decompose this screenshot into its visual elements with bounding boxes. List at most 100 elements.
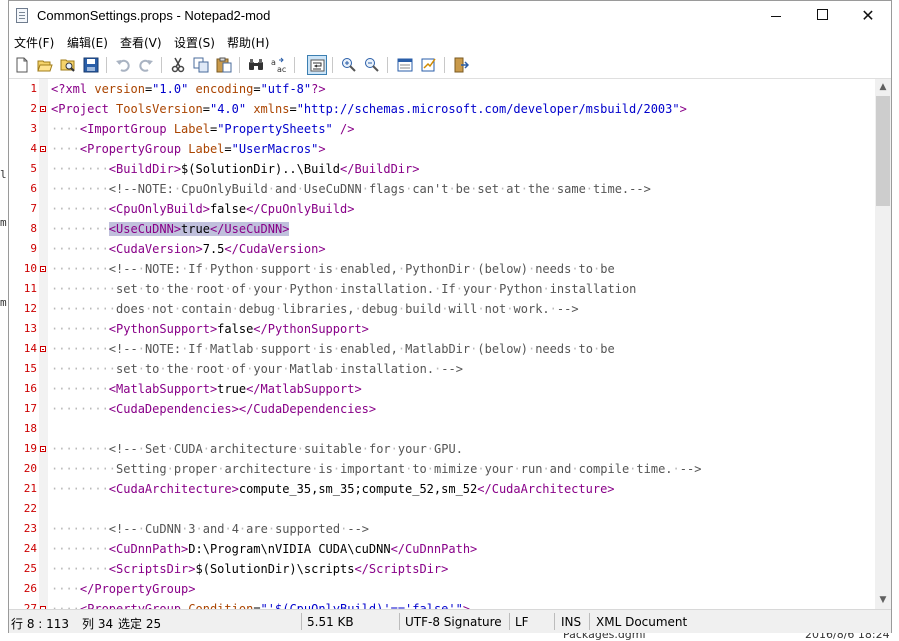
app-icon[interactable] — [16, 8, 28, 23]
menu-view[interactable]: 查看(V) — [120, 34, 162, 51]
text-selection[interactable]: <UseCuDNN>true</UseCuDNN> — [108, 222, 290, 236]
whitespace-marker: · — [405, 462, 413, 476]
code-line[interactable]: ········<CudaVersion>7.5</CudaVersion> — [51, 239, 326, 259]
code-line[interactable]: ········<!--·NOTE:·If·Python·support·is·… — [51, 259, 615, 279]
scroll-down-arrow-icon[interactable]: ▼ — [875, 592, 891, 609]
status-ins-mode[interactable]: INS — [561, 615, 581, 629]
whitespace-marker: · — [470, 342, 478, 356]
whitespace-marker: · — [137, 282, 145, 296]
title-bar[interactable]: CommonSettings.props - Notepad2-mod ✕ — [9, 1, 891, 31]
customize-scheme-button[interactable] — [419, 55, 439, 75]
whitespace-marker: · — [405, 182, 413, 196]
menu-help[interactable]: 帮助(H) — [227, 34, 269, 51]
find-button[interactable] — [246, 55, 266, 75]
fold-toggle-icon[interactable] — [40, 266, 46, 272]
whitespace-marker: · — [499, 182, 507, 196]
redo-button[interactable] — [136, 55, 156, 75]
scrollbar-thumb[interactable] — [876, 96, 890, 206]
code-token: set·to·the·root·of·your·Matlab·installat… — [116, 362, 463, 376]
code-line[interactable]: ·········Setting·proper·architecture·is·… — [51, 459, 701, 479]
whitespace-marker: · — [340, 522, 348, 536]
whitespace-marker: · — [202, 342, 210, 356]
line-number: 14 — [23, 342, 37, 355]
whitespace-marker: · — [672, 462, 680, 476]
code-token: "'$(CpuOnlyBuild)'=='false'" — [260, 602, 463, 609]
menu-settings[interactable]: 设置(S) — [174, 34, 215, 51]
code-line[interactable]: ········<!--·Set·CUDA·architecture·suita… — [51, 439, 463, 459]
scroll-up-arrow-icon[interactable]: ▲ — [875, 79, 891, 96]
whitespace-marker: ········ — [51, 482, 109, 496]
whitespace-marker: ········ — [51, 542, 109, 556]
line-number: 27 — [23, 602, 37, 609]
code-line[interactable]: ········<MatlabSupport>true</MatlabSuppo… — [51, 379, 362, 399]
code-token: = — [253, 602, 261, 609]
code-line[interactable]: ········<CpuOnlyBuild>false</CpuOnlyBuil… — [51, 199, 354, 219]
fold-toggle-icon[interactable] — [40, 346, 46, 352]
code-line[interactable]: ········<ScriptsDir>$(SolutionDir)\scrip… — [51, 559, 448, 579]
background-text-fragment: m — [0, 296, 7, 309]
code-line[interactable]: ·········set·to·the·root·of·your·Python·… — [51, 279, 636, 299]
code-line[interactable]: ········<UseCuDNN>true</UseCuDNN> — [51, 219, 290, 239]
whitespace-marker: · — [441, 302, 449, 316]
code-token: </PythonSupport> — [253, 322, 369, 336]
status-eol[interactable]: LF — [515, 615, 529, 629]
whitespace-marker: · — [549, 302, 557, 316]
code-line[interactable]: ········<BuildDir>$(SolutionDir)..\Build… — [51, 159, 419, 179]
open-button[interactable] — [35, 55, 55, 75]
code-line[interactable]: ········<CuDnnPath>D:\Program\nVIDIA CUD… — [51, 539, 477, 559]
zoom-in-button[interactable] — [339, 55, 359, 75]
cut-button[interactable] — [168, 55, 188, 75]
new-button[interactable] — [12, 55, 32, 75]
status-scheme[interactable]: XML Document — [596, 615, 687, 629]
code-line[interactable]: ····<PropertyGroup Condition="'$(CpuOnly… — [51, 599, 470, 609]
code-line[interactable]: ····<ImportGroup Label="PropertySheets" … — [51, 119, 354, 139]
code-line[interactable]: ········<CudaDependencies></CudaDependen… — [51, 399, 376, 419]
fold-toggle-icon[interactable] — [40, 106, 46, 112]
paste-button[interactable] — [214, 55, 234, 75]
save-button[interactable] — [81, 55, 101, 75]
code-line[interactable]: ····<PropertyGroup Label="UserMacros"> — [51, 139, 326, 159]
code-token: "UserMacros" — [231, 142, 319, 156]
code-line[interactable]: ····</PropertyGroup> — [51, 579, 196, 599]
browse-button[interactable] — [58, 55, 78, 75]
maximize-button[interactable] — [799, 1, 845, 31]
code-line[interactable]: <Project ToolsVersion="4.0" xmlns="http:… — [51, 99, 687, 119]
vertical-scrollbar[interactable]: ▲ ▼ — [875, 79, 891, 609]
copy-button[interactable] — [191, 55, 211, 75]
replace-icon: aac — [271, 57, 286, 73]
whitespace-marker: · — [296, 442, 304, 456]
code-line[interactable]: ········<PythonSupport>false</PythonSupp… — [51, 319, 369, 339]
code-line[interactable]: ········<!--NOTE:·CpuOnlyBuild·and·UseCu… — [51, 179, 651, 199]
code-token: xmlns — [253, 102, 290, 116]
close-button[interactable]: ✕ — [845, 1, 891, 31]
replace-button[interactable]: a ac — [269, 55, 289, 75]
fold-margin[interactable] — [39, 79, 48, 609]
status-encoding[interactable]: UTF-8 Signature — [405, 615, 502, 629]
fold-toggle-icon[interactable] — [40, 446, 46, 452]
word-wrap-button[interactable] — [307, 55, 327, 75]
code-line[interactable]: ·········set·to·the·root·of·your·Matlab·… — [51, 359, 463, 379]
whitespace-marker: · — [571, 462, 579, 476]
code-line[interactable]: ·········does·not·contain·debug·librarie… — [51, 299, 579, 319]
code-editor[interactable]: 1 <?xml version="1.0" encoding="utf-8"?> 2… — [9, 79, 891, 609]
line-number: 17 — [23, 402, 37, 415]
code-line[interactable]: ········<!--·CuDNN·3·and·4·are·supported… — [51, 519, 369, 539]
zoom-out-button[interactable] — [362, 55, 382, 75]
code-line[interactable]: ········<CudaArchitecture>compute_35,sm_… — [51, 479, 615, 499]
select-scheme-button[interactable] — [395, 55, 415, 75]
code-line[interactable]: ········<!--·NOTE:·If·Matlab·support·is·… — [51, 339, 615, 359]
minimize-button[interactable] — [753, 1, 799, 31]
code-token: Setting·proper·architecture·is·important… — [116, 462, 702, 476]
code-token: > — [679, 102, 687, 116]
menu-file[interactable]: 文件(F) — [14, 34, 54, 51]
whitespace-marker: · — [188, 282, 196, 296]
menu-edit[interactable]: 编辑(E) — [67, 34, 108, 51]
code-line[interactable]: <?xml version="1.0" encoding="utf-8"?> — [51, 79, 326, 99]
whitespace-marker: · — [542, 282, 550, 296]
fold-toggle-icon[interactable] — [40, 146, 46, 152]
exit-button[interactable] — [451, 55, 471, 75]
whitespace-marker: · — [311, 262, 319, 276]
whitespace-marker: · — [434, 362, 442, 376]
undo-button[interactable] — [113, 55, 133, 75]
